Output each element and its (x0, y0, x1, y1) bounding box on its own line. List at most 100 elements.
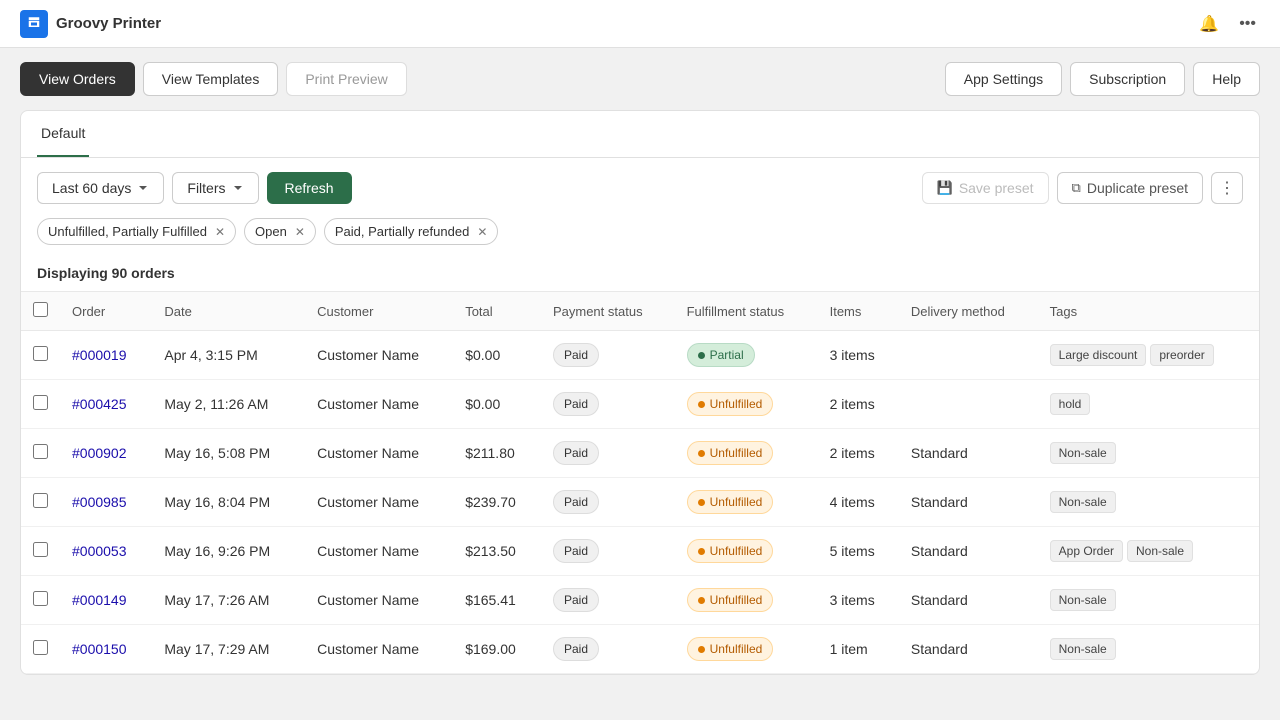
row-payment-status: Paid (541, 527, 675, 576)
row-order-number[interactable]: #000150 (60, 625, 152, 674)
col-total: Total (453, 292, 541, 331)
view-orders-button[interactable]: View Orders (20, 62, 135, 96)
row-checkbox[interactable] (33, 591, 48, 606)
select-all-checkbox[interactable] (33, 302, 48, 317)
row-delivery: Standard (899, 576, 1038, 625)
tabs: Default (21, 111, 1259, 158)
col-customer: Customer (305, 292, 453, 331)
row-checkbox-cell[interactable] (21, 380, 60, 429)
tag: Non-sale (1050, 491, 1116, 513)
col-delivery: Delivery method (899, 292, 1038, 331)
fulfillment-status-badge: Unfulfilled (687, 539, 774, 563)
row-total: $0.00 (453, 380, 541, 429)
row-checkbox[interactable] (33, 346, 48, 361)
row-checkbox[interactable] (33, 444, 48, 459)
bell-icon[interactable]: 🔔 (1195, 10, 1223, 38)
row-checkbox[interactable] (33, 493, 48, 508)
row-date: Apr 4, 3:15 PM (152, 331, 305, 380)
help-button[interactable]: Help (1193, 62, 1260, 96)
fulfillment-dot (698, 646, 705, 653)
more-options-icon[interactable]: ••• (1235, 11, 1260, 37)
row-customer: Customer Name (305, 429, 453, 478)
row-order-number[interactable]: #000985 (60, 478, 152, 527)
view-templates-button[interactable]: View Templates (143, 62, 279, 96)
remove-filter-open[interactable]: ✕ (295, 225, 305, 239)
row-checkbox-cell[interactable] (21, 625, 60, 674)
row-checkbox-cell[interactable] (21, 527, 60, 576)
row-tags: Non-sale (1038, 625, 1259, 674)
row-fulfillment-status: Unfulfilled (675, 576, 818, 625)
select-all-header[interactable] (21, 292, 60, 331)
date-range-button[interactable]: Last 60 days (37, 172, 164, 204)
tag: App Order (1050, 540, 1123, 562)
row-payment-status: Paid (541, 625, 675, 674)
row-customer: Customer Name (305, 478, 453, 527)
row-total: $211.80 (453, 429, 541, 478)
remove-filter-fulfillment[interactable]: ✕ (215, 225, 225, 239)
col-fulfillment-status: Fulfillment status (675, 292, 818, 331)
row-items: 2 items (818, 429, 899, 478)
subscription-button[interactable]: Subscription (1070, 62, 1185, 96)
orders-card: Default Last 60 days Filters Refresh 💾 S (20, 110, 1260, 675)
app-settings-button[interactable]: App Settings (945, 62, 1062, 96)
row-order-number[interactable]: #000902 (60, 429, 152, 478)
row-customer: Customer Name (305, 625, 453, 674)
fulfillment-dot (698, 597, 705, 604)
tag: hold (1050, 393, 1091, 415)
payment-status-badge: Paid (553, 539, 599, 563)
fulfillment-dot (698, 401, 705, 408)
tag: Non-sale (1127, 540, 1193, 562)
payment-status-badge: Paid (553, 637, 599, 661)
row-checkbox-cell[interactable] (21, 576, 60, 625)
filter-chip-fulfillment[interactable]: Unfulfilled, Partially Fulfilled ✕ (37, 218, 236, 245)
filter-bar: Last 60 days Filters Refresh 💾 Save pres… (21, 158, 1259, 218)
fulfillment-status-badge: Unfulfilled (687, 637, 774, 661)
table-info: Displaying 90 orders (21, 257, 1259, 291)
table-row: #000150May 17, 7:29 AMCustomer Name$169.… (21, 625, 1259, 674)
fulfillment-status-badge: Unfulfilled (687, 392, 774, 416)
print-preview-button[interactable]: Print Preview (286, 62, 406, 96)
refresh-button[interactable]: Refresh (267, 172, 352, 204)
row-tags: hold (1038, 380, 1259, 429)
row-checkbox[interactable] (33, 542, 48, 557)
remove-filter-payment[interactable]: ✕ (477, 225, 487, 239)
row-total: $165.41 (453, 576, 541, 625)
filter-right: 💾 Save preset ⧉ Duplicate preset ⋮ (922, 172, 1243, 204)
fulfillment-dot (698, 499, 705, 506)
row-order-number[interactable]: #000149 (60, 576, 152, 625)
row-order-number[interactable]: #000019 (60, 331, 152, 380)
row-date: May 16, 9:26 PM (152, 527, 305, 576)
tab-default[interactable]: Default (37, 111, 89, 157)
row-tags: Non-sale (1038, 576, 1259, 625)
row-checkbox-cell[interactable] (21, 331, 60, 380)
app-logo: Groovy Printer (20, 10, 161, 38)
row-order-number[interactable]: #000053 (60, 527, 152, 576)
duplicate-preset-button[interactable]: ⧉ Duplicate preset (1057, 172, 1203, 204)
chevron-down-icon (137, 182, 149, 194)
row-delivery: Standard (899, 478, 1038, 527)
save-preset-button[interactable]: 💾 Save preset (922, 172, 1049, 204)
fulfillment-status-badge: Unfulfilled (687, 490, 774, 514)
row-items: 4 items (818, 478, 899, 527)
more-menu-button[interactable]: ⋮ (1211, 172, 1243, 204)
row-delivery: Standard (899, 625, 1038, 674)
payment-status-badge: Paid (553, 490, 599, 514)
col-payment-status: Payment status (541, 292, 675, 331)
filter-chip-payment[interactable]: Paid, Partially refunded ✕ (324, 218, 498, 245)
fulfillment-status-badge: Partial (687, 343, 755, 367)
filters-button[interactable]: Filters (172, 172, 258, 204)
table-row: #000053May 16, 9:26 PMCustomer Name$213.… (21, 527, 1259, 576)
row-total: $213.50 (453, 527, 541, 576)
row-checkbox-cell[interactable] (21, 429, 60, 478)
row-checkbox[interactable] (33, 395, 48, 410)
row-order-number[interactable]: #000425 (60, 380, 152, 429)
row-items: 3 items (818, 576, 899, 625)
row-tags: App OrderNon-sale (1038, 527, 1259, 576)
row-items: 2 items (818, 380, 899, 429)
col-tags: Tags (1038, 292, 1259, 331)
row-checkbox[interactable] (33, 640, 48, 655)
filter-left: Last 60 days Filters Refresh (37, 172, 352, 204)
filter-chip-open[interactable]: Open ✕ (244, 218, 316, 245)
row-fulfillment-status: Unfulfilled (675, 527, 818, 576)
row-checkbox-cell[interactable] (21, 478, 60, 527)
